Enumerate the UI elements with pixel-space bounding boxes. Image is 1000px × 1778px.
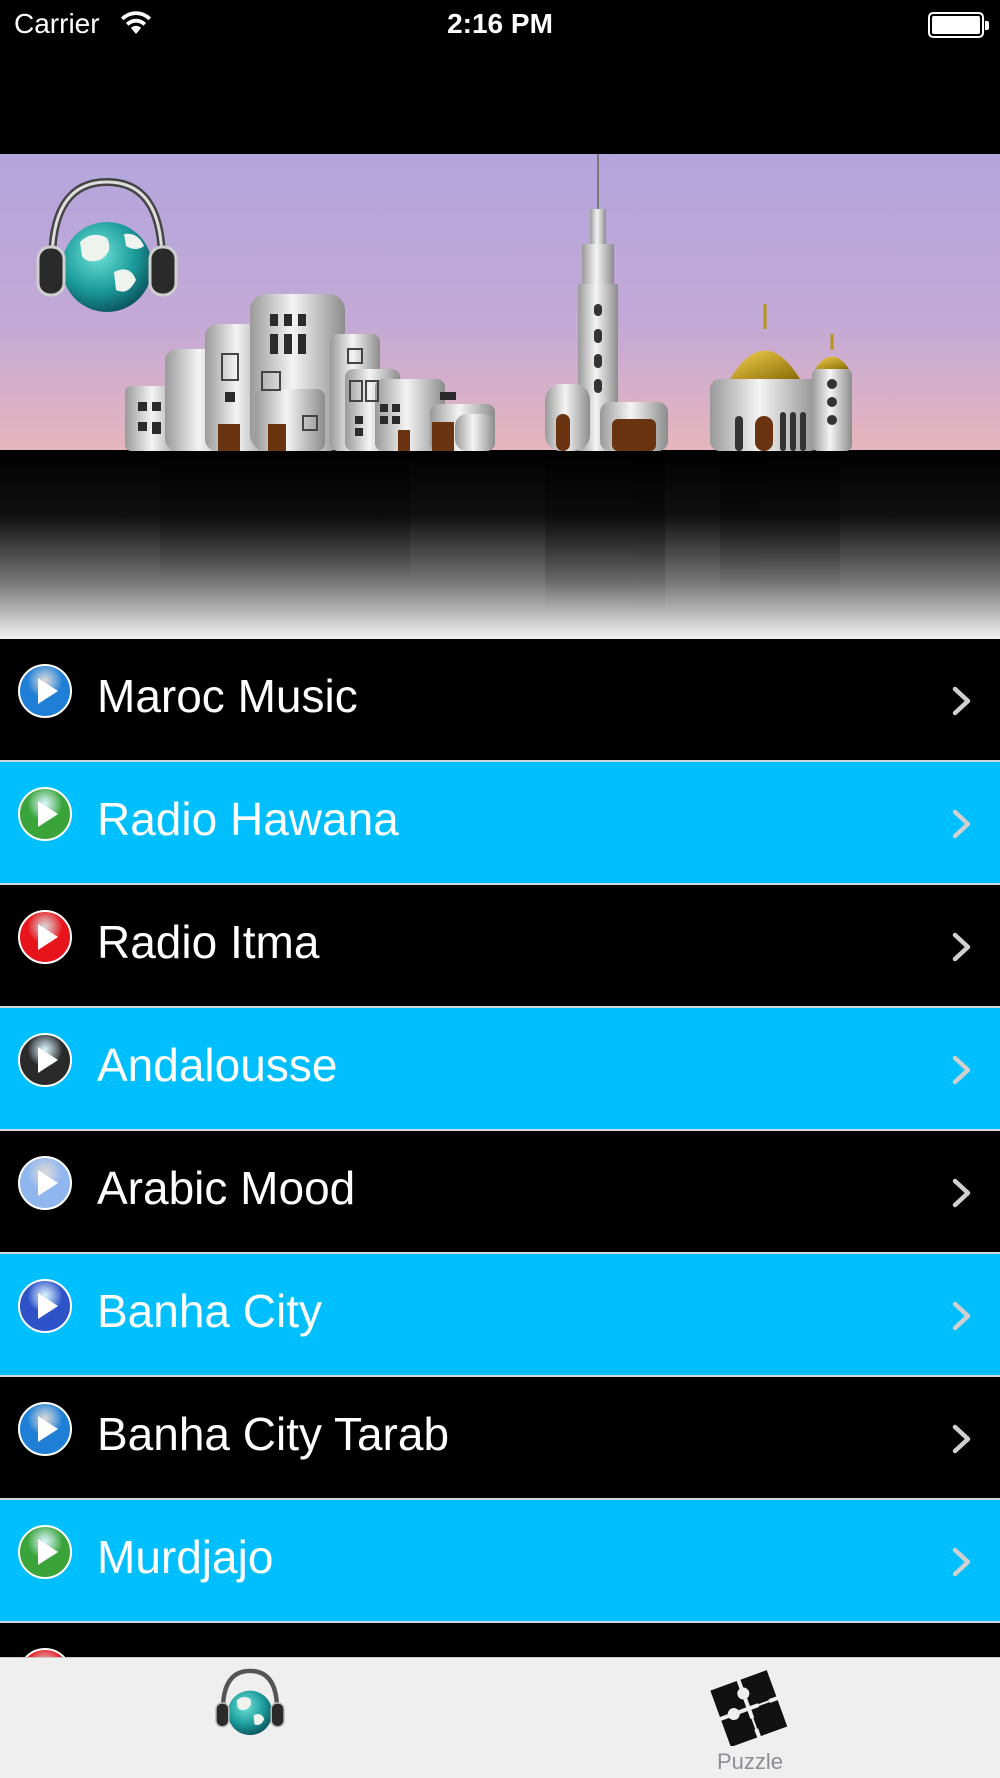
puzzle-icon (710, 1670, 788, 1746)
station-row[interactable]: Andalousse (0, 1008, 1000, 1131)
station-label: Radio Itma (97, 916, 320, 968)
station-row[interactable]: Murdjajo (0, 1500, 1000, 1623)
play-icon (17, 663, 73, 719)
station-list: Maroc Music Radio Hawana Radio Itma Andalou… (0, 639, 1000, 1657)
chevron-right-icon (950, 1300, 974, 1332)
globe-headphones-icon (215, 1668, 285, 1736)
station-label: Radio Hawana (97, 793, 399, 845)
play-icon (17, 1647, 73, 1657)
chevron-right-icon (950, 931, 974, 963)
header-banner (0, 154, 1000, 639)
battery-icon (928, 12, 989, 38)
play-icon (17, 1278, 73, 1334)
station-label: Arabic Mood (97, 1162, 356, 1214)
tab-radio[interactable] (0, 1658, 500, 1778)
station-label: Banha City (97, 1285, 323, 1337)
station-label: Banha City Tarab (97, 1408, 450, 1460)
tab-puzzle-label: Puzzle (716, 1749, 784, 1774)
chevron-right-icon (950, 1423, 974, 1455)
globe-headphones-icon (36, 177, 178, 312)
play-icon (17, 786, 73, 842)
chevron-right-icon (950, 1546, 974, 1578)
chevron-right-icon (950, 808, 974, 840)
station-label: Murdjajo (97, 1531, 274, 1583)
play-icon (17, 1524, 73, 1580)
tab-bar: Puzzle (0, 1657, 1000, 1778)
station-row[interactable]: Maroc Music (0, 639, 1000, 762)
clock-time: 2:16 PM (447, 8, 553, 39)
play-icon (17, 909, 73, 965)
station-row[interactable]: Radio Itma (0, 885, 1000, 1008)
station-row[interactable] (0, 1623, 1000, 1657)
station-row[interactable]: Arabic Mood (0, 1131, 1000, 1254)
status-bar: Carrier 2:16 PM (0, 0, 1000, 50)
tab-puzzle[interactable]: Puzzle (500, 1658, 1000, 1778)
play-icon (17, 1032, 73, 1088)
station-row[interactable]: Radio Hawana (0, 762, 1000, 885)
station-row[interactable]: Banha City (0, 1254, 1000, 1377)
play-icon (17, 1155, 73, 1211)
chevron-right-icon (950, 685, 974, 717)
station-label: Andalousse (97, 1039, 338, 1091)
station-row[interactable]: Banha City Tarab (0, 1377, 1000, 1500)
chevron-right-icon (950, 1177, 974, 1209)
play-icon (17, 1401, 73, 1457)
station-label: Maroc Music (97, 670, 358, 722)
chevron-right-icon (950, 1054, 974, 1086)
